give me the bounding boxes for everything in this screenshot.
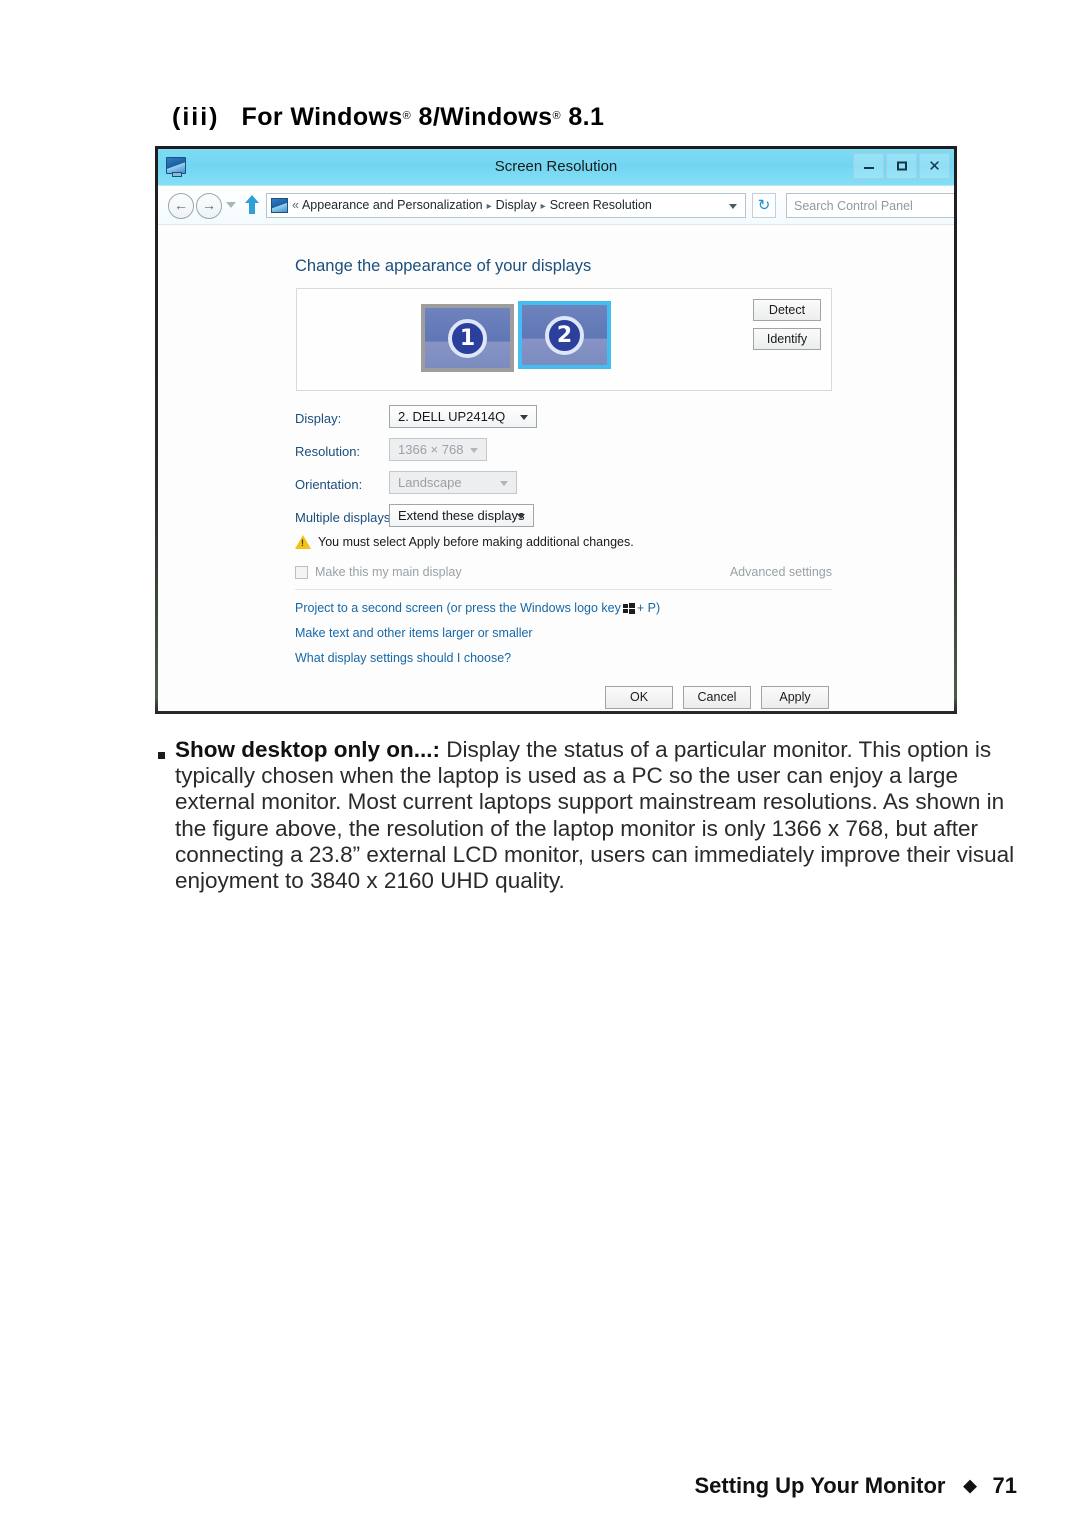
main-display-label: Make this my main display xyxy=(315,565,462,579)
project-second-screen-link[interactable]: Project to a second screen (or press the… xyxy=(295,601,660,615)
registered-mark-2: ® xyxy=(552,110,561,122)
search-input[interactable]: Search Control Panel xyxy=(786,193,954,218)
page-heading: (iii) For Windows® 8/Windows® 8.1 xyxy=(172,103,604,132)
maximize-button[interactable] xyxy=(886,153,917,179)
monitor-screen-1: 1 xyxy=(425,308,510,368)
display-preview-area: 1 2 xyxy=(296,288,832,391)
dialog-content: Change the appearance of your displays 1… xyxy=(158,225,954,711)
heading-part-2: 8/Windows xyxy=(411,103,553,131)
up-one-level-icon[interactable] xyxy=(244,195,260,215)
close-icon: ✕ xyxy=(928,157,941,175)
orientation-select: Landscape xyxy=(389,471,517,494)
warning-icon xyxy=(295,535,311,549)
chevron-down-icon xyxy=(520,415,528,420)
display-settings-help-link[interactable]: What display settings should I choose? xyxy=(295,651,511,665)
resolution-select-value: 1366 × 768 xyxy=(398,442,464,457)
breadcrumb-item-appearance[interactable]: Appearance and Personalization xyxy=(302,198,483,212)
multiple-displays-label: Multiple displays: xyxy=(295,510,394,525)
apply-warning: You must select Apply before making addi… xyxy=(295,535,634,549)
project-second-screen-text: Project to a second screen (or press the… xyxy=(295,601,621,615)
body-text: Show desktop only on...: Display the sta… xyxy=(175,737,1028,894)
footer-title: Setting Up Your Monitor xyxy=(694,1473,946,1498)
windows-logo-icon xyxy=(622,603,635,614)
apply-button[interactable]: Apply xyxy=(761,686,829,709)
multiple-displays-select[interactable]: Extend these displays xyxy=(389,504,534,527)
display-select-value: 2. DELL UP2414Q xyxy=(398,409,506,424)
resolution-select: 1366 × 768 xyxy=(389,438,487,461)
main-display-row: Make this my main display Advanced setti… xyxy=(295,565,832,590)
identify-button[interactable]: Identify xyxy=(753,328,821,350)
search-placeholder: Search Control Panel xyxy=(794,199,913,213)
forward-arrow-icon[interactable]: → xyxy=(196,193,222,219)
display-label: Display: xyxy=(295,411,342,426)
window-title: Screen Resolution xyxy=(494,158,618,175)
monitor-number-1: 1 xyxy=(448,318,487,358)
breadcrumb-bar[interactable]: «Appearance and Personalization ▸ Display ▸… xyxy=(266,193,746,218)
close-button[interactable]: ✕ xyxy=(919,153,950,179)
registered-mark-1: ® xyxy=(402,110,412,122)
heading-roman: (iii) xyxy=(172,103,220,131)
page-footer: Setting Up Your Monitor ◆ 71 xyxy=(695,1473,1018,1499)
orientation-select-value: Landscape xyxy=(398,475,462,490)
recent-pages-icon[interactable] xyxy=(226,202,236,208)
chevron-down-icon xyxy=(517,514,525,519)
body-text-bold: Show desktop only on...: xyxy=(175,737,441,762)
breadcrumb-item-display[interactable]: Display xyxy=(496,198,537,212)
body-bullet: Show desktop only on...: Display the sta… xyxy=(158,737,1028,894)
breadcrumb-item-screen-resolution[interactable]: Screen Resolution xyxy=(550,198,652,212)
bullet-marker xyxy=(158,752,165,759)
section-title: Change the appearance of your displays xyxy=(295,257,592,275)
multiple-displays-select-value: Extend these displays xyxy=(398,508,525,523)
detect-button[interactable]: Detect xyxy=(753,299,821,321)
project-second-screen-suffix: + P) xyxy=(636,601,661,615)
heading-part-3: 8.1 xyxy=(560,103,605,131)
control-panel-icon xyxy=(271,198,288,213)
monitor-thumbnail-2[interactable]: 2 xyxy=(518,301,611,369)
monitor-number-2: 2 xyxy=(545,315,584,355)
advanced-settings-link[interactable]: Advanced settings xyxy=(730,565,832,579)
apply-warning-text: You must select Apply before making addi… xyxy=(318,535,634,549)
maximize-icon xyxy=(896,161,907,171)
ok-button[interactable]: OK xyxy=(605,686,673,709)
window-titlebar: Screen Resolution ✕ xyxy=(158,149,954,186)
dialog-buttons: OK Cancel Apply xyxy=(605,686,829,709)
footer-diamond-icon: ◆ xyxy=(963,1476,977,1495)
cancel-button[interactable]: Cancel xyxy=(683,686,751,709)
footer-page-number: 71 xyxy=(992,1473,1017,1498)
resolution-label: Resolution: xyxy=(295,444,361,459)
screenshot-figure: Screen Resolution ✕ ← → «Appearance and … xyxy=(155,146,957,714)
refresh-button[interactable]: ↻ xyxy=(752,193,776,218)
heading-part-1: For Windows xyxy=(241,103,403,131)
minimize-button[interactable] xyxy=(853,153,884,179)
chevron-down-icon xyxy=(470,448,478,453)
screen-resolution-window: Screen Resolution ✕ ← → «Appearance and … xyxy=(158,149,954,711)
breadcrumb: «Appearance and Personalization ▸ Display ▸… xyxy=(292,198,652,212)
breadcrumb-separator-2: ▸ xyxy=(540,201,546,212)
window-controls: ✕ xyxy=(851,153,950,179)
minimize-icon xyxy=(863,167,874,170)
display-select[interactable]: 2. DELL UP2414Q xyxy=(389,405,537,428)
breadcrumb-separator-1: ▸ xyxy=(486,201,492,212)
orientation-label: Orientation: xyxy=(295,477,363,492)
chevron-down-icon[interactable] xyxy=(729,204,737,209)
monitor-thumbnail-1[interactable]: 1 xyxy=(421,304,514,372)
chevron-down-icon xyxy=(500,481,508,486)
breadcrumb-overflow-chevron[interactable]: « xyxy=(292,198,302,212)
monitor-screen-2: 2 xyxy=(522,305,607,365)
text-size-link[interactable]: Make text and other items larger or smal… xyxy=(295,626,533,640)
main-display-checkbox[interactable] xyxy=(295,566,308,579)
back-arrow-icon[interactable]: ← xyxy=(168,193,194,219)
address-bar: ← → «Appearance and Personalization ▸ Disp… xyxy=(158,186,954,225)
